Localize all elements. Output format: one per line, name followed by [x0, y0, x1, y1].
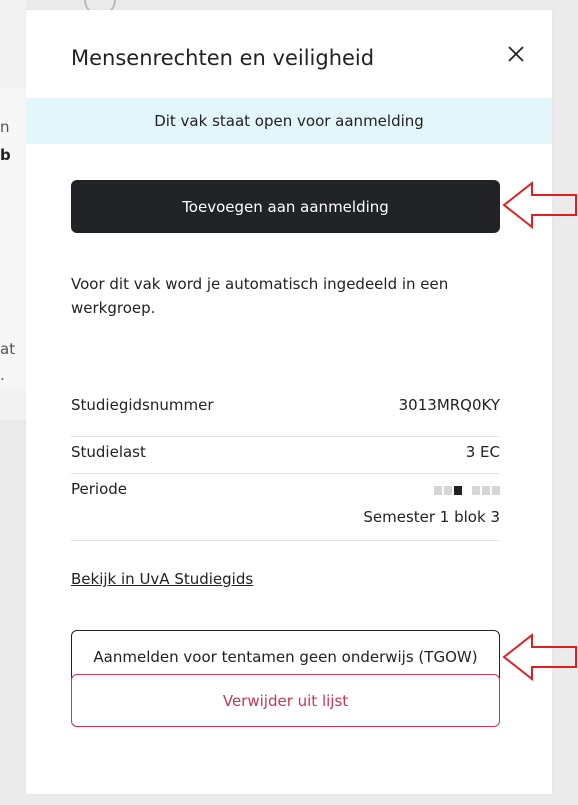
background-text-fragment: n — [0, 118, 10, 136]
detail-value: 3013MRQ0KY — [398, 396, 500, 414]
course-details: Studiegidsnummer 3013MRQ0KY Studielast 3… — [71, 396, 500, 541]
period-block — [492, 486, 500, 495]
background-text-fragment: at — [0, 340, 16, 358]
detail-label: Studielast — [71, 443, 146, 461]
detail-row-period: Periode Semester 1 blok 3 — [71, 474, 500, 541]
detail-row-study-load: Studielast 3 EC — [71, 437, 500, 474]
period-block-active — [454, 486, 462, 495]
detail-value: 3 EC — [465, 443, 500, 461]
period-block — [434, 486, 442, 495]
annotation-arrow-icon — [502, 632, 577, 682]
detail-row-study-guide-number: Studiegidsnummer 3013MRQ0KY — [71, 396, 500, 437]
study-guide-link[interactable]: Bekijk in UvA Studiegids — [71, 570, 253, 588]
period-block — [482, 486, 490, 495]
detail-label: Periode — [71, 480, 128, 498]
background-text-fragment: b — [0, 146, 11, 164]
remove-from-list-button[interactable]: Verwijder uit lijst — [71, 674, 500, 727]
period-block — [444, 486, 452, 495]
period-block — [472, 486, 480, 495]
detail-label: Studiegidsnummer — [71, 396, 214, 414]
course-details-modal: Mensenrechten en veiligheid Dit vak staa… — [26, 10, 552, 794]
close-icon — [508, 46, 524, 62]
period-blocks-indicator — [434, 486, 500, 495]
status-banner: Dit vak staat open voor aanmelding — [26, 98, 552, 144]
annotation-arrow-icon — [502, 180, 577, 230]
add-to-registration-button[interactable]: Toevoegen aan aanmelding — [71, 180, 500, 233]
detail-value: Semester 1 blok 3 — [363, 508, 500, 526]
workgroup-info-text: Voor dit vak word je automatisch ingedee… — [71, 275, 449, 317]
modal-title: Mensenrechten en veiligheid — [71, 46, 375, 70]
background-text-fragment: . — [0, 366, 5, 384]
close-button[interactable] — [504, 42, 528, 66]
